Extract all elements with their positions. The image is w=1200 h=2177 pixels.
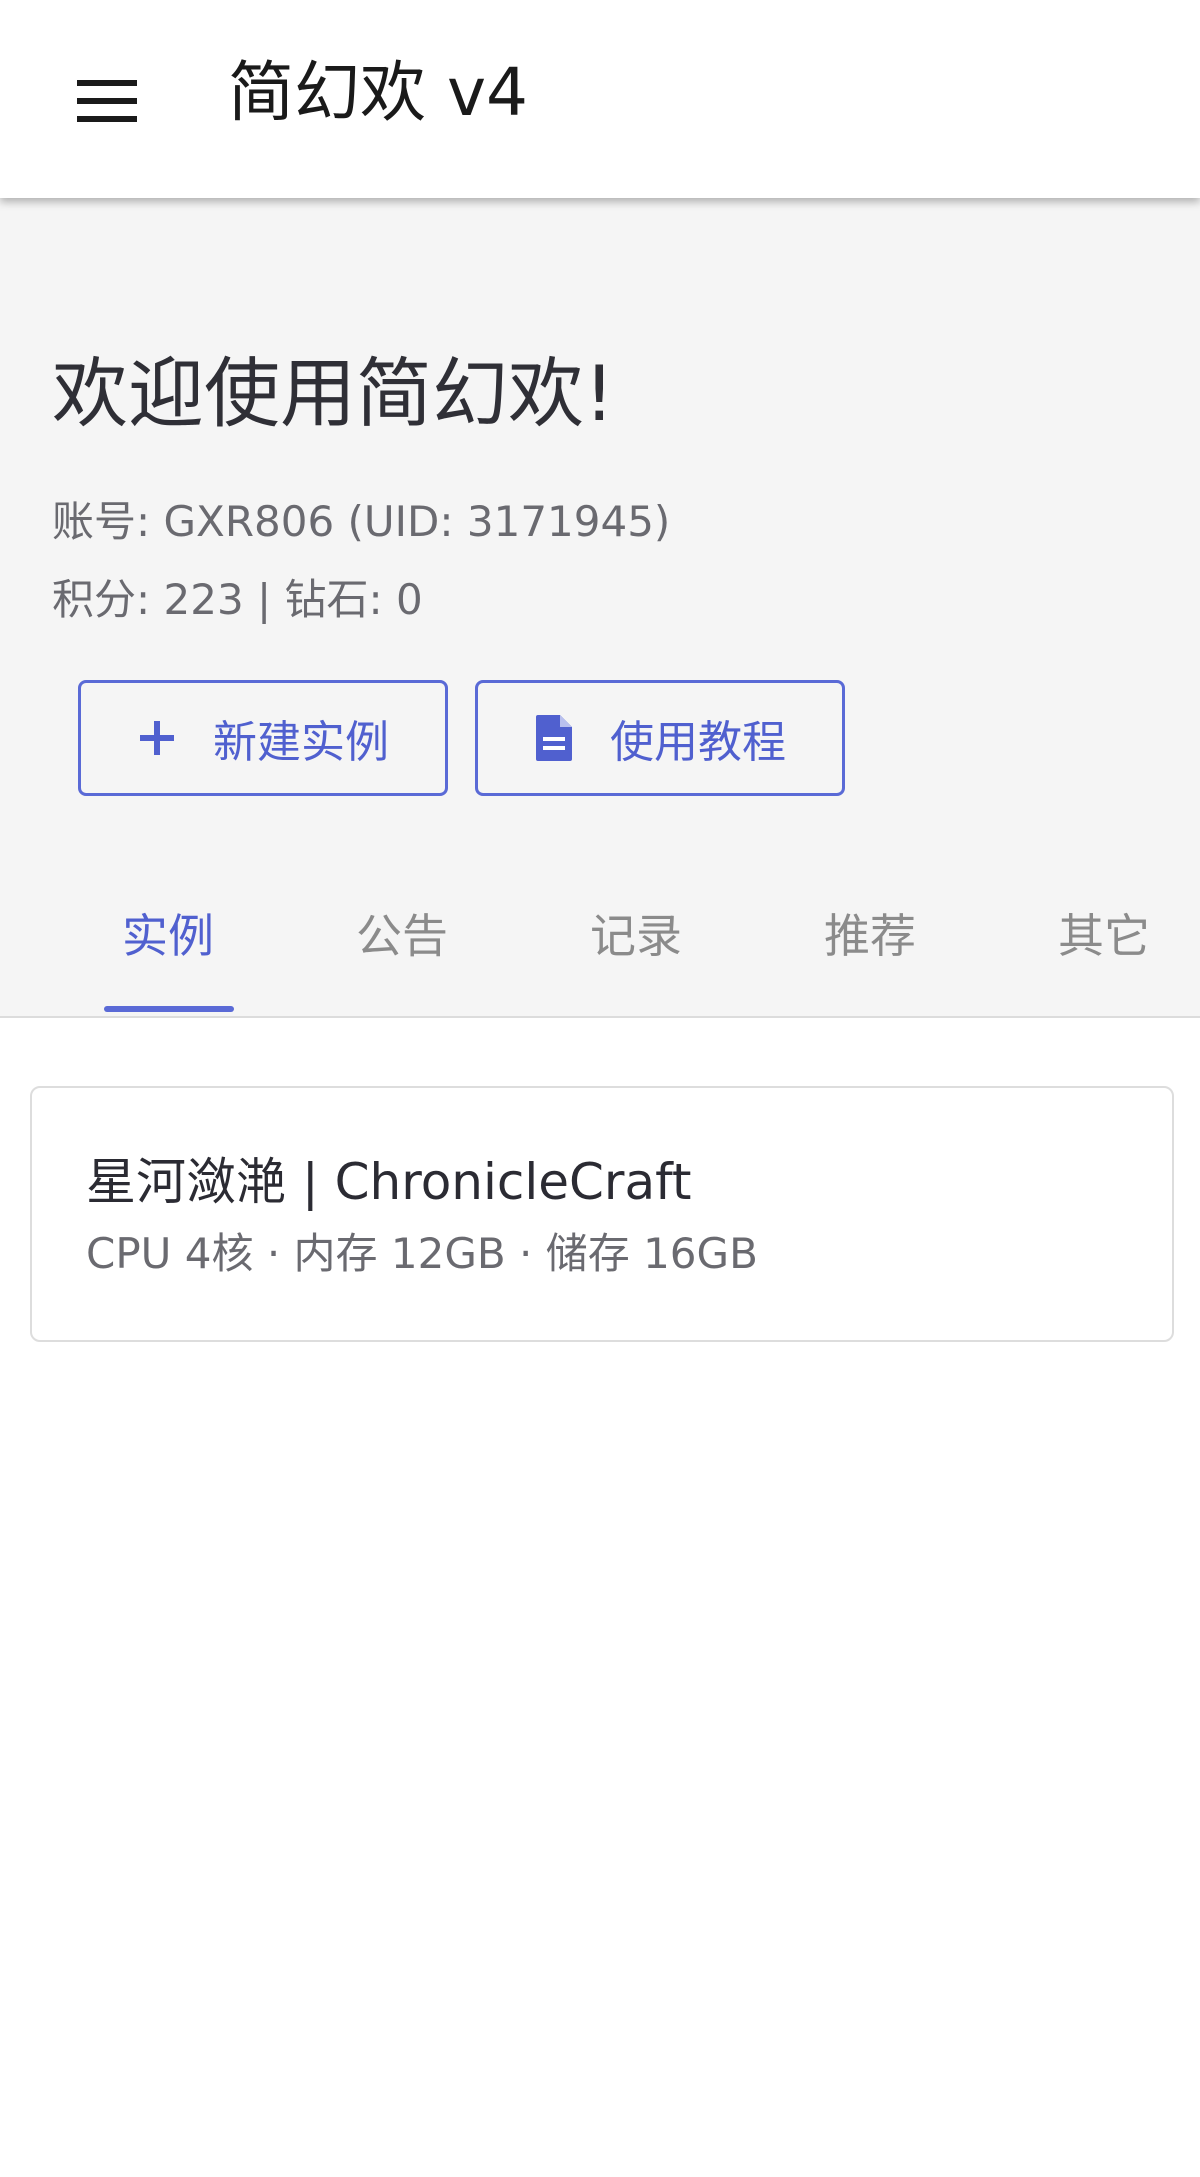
hamburger-menu-icon <box>77 80 137 122</box>
tab-other[interactable]: 其它 <box>1014 890 1194 976</box>
points-info: 积分: 223 | 钻石: 0 <box>52 575 423 624</box>
guide-label: 使用教程 <box>610 717 786 768</box>
tab-bar: 实例 公告 记录 推荐 其它 <box>0 850 1200 1016</box>
welcome-heading: 欢迎使用简幻欢! <box>52 349 615 438</box>
plus-icon <box>140 721 174 755</box>
tab-announcements[interactable]: 公告 <box>312 890 492 976</box>
tab-records[interactable]: 记录 <box>546 890 726 976</box>
new-instance-button[interactable]: 新建实例 <box>78 680 448 796</box>
instance-spec: CPU 4核 · 内存 12GB · 储存 16GB <box>86 1229 758 1278</box>
document-icon <box>536 715 572 761</box>
tabs-divider <box>0 1016 1200 1018</box>
guide-button[interactable]: 使用教程 <box>475 680 845 796</box>
app-bar: 简幻欢 v4 <box>0 0 1200 198</box>
tab-instances[interactable]: 实例 <box>78 890 258 976</box>
instance-card[interactable]: 星河潋滟 | ChronicleCraft CPU 4核 · 内存 12GB ·… <box>30 1086 1174 1342</box>
instance-name: 星河潋滟 | ChronicleCraft <box>86 1153 692 1211</box>
welcome-section: 欢迎使用简幻欢! 账号: GXR806 (UID: 3171945) 积分: 2… <box>0 198 1200 1016</box>
menu-button[interactable] <box>62 56 152 146</box>
tab-recommended[interactable]: 推荐 <box>780 890 960 976</box>
new-instance-label: 新建实例 <box>213 717 389 768</box>
active-tab-indicator <box>104 1006 234 1012</box>
account-info: 账号: GXR806 (UID: 3171945) <box>52 497 671 546</box>
app-title: 简幻欢 v4 <box>228 54 529 131</box>
